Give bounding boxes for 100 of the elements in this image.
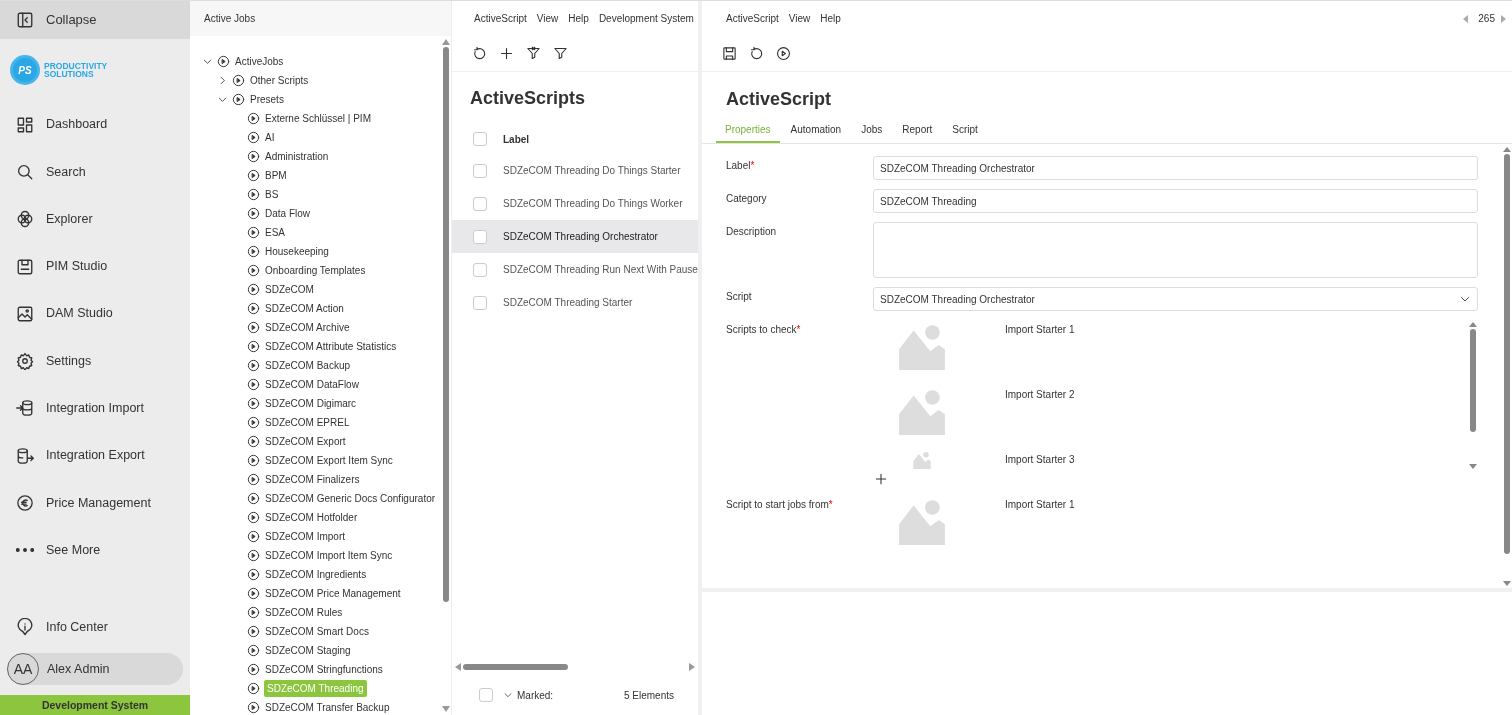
refresh-icon[interactable] (749, 46, 764, 61)
tree-item[interactable]: SDZeCOM Stringfunctions (264, 662, 384, 677)
marked-toggle[interactable]: Marked: (503, 687, 554, 703)
menu-item[interactable]: View (788, 11, 811, 26)
tree-item[interactable]: SDZeCOM Transfer Backup (264, 700, 391, 715)
tree-item[interactable]: SDZeCOM Price Management (264, 586, 402, 601)
collapse-button[interactable]: Collapse (0, 1, 190, 39)
tree-item[interactable]: SDZeCOM Import Item Sync (264, 548, 394, 563)
tree-item[interactable]: SDZeCOM Import (264, 529, 346, 544)
tree-item[interactable]: Onboarding Templates (264, 263, 367, 278)
scroll-down-arrow[interactable] (1503, 581, 1511, 586)
checkbox[interactable] (473, 163, 487, 178)
tree-item[interactable]: SDZeCOM Smart Docs (264, 624, 370, 639)
list-row[interactable]: SDZeCOM Threading Do Things Starter (452, 154, 698, 187)
column-header: Label (503, 132, 530, 147)
checkbox[interactable] (473, 229, 487, 244)
scrollbar-thumb[interactable] (1470, 329, 1476, 432)
tree-item[interactable]: SDZeCOM Backup (264, 358, 352, 373)
menu-item[interactable]: View (536, 11, 559, 26)
list-item[interactable]: Import Starter 3 (1005, 450, 1075, 467)
play-circle-icon[interactable] (776, 46, 791, 61)
list-row[interactable]: SDZeCOM Threading Starter (452, 286, 698, 319)
nav-item[interactable]: Price Management (0, 479, 190, 527)
studio-box-icon (16, 257, 34, 276)
tab[interactable]: Automation (781, 117, 851, 143)
nav-item[interactable]: Integration Import (0, 384, 190, 433)
save-icon[interactable] (722, 46, 737, 61)
tree-item[interactable]: SDZeCOM Ingredients (264, 567, 368, 582)
tree-item[interactable]: AI (264, 130, 276, 145)
tree-item[interactable]: ESA (264, 225, 286, 240)
scrollbar-thumb[interactable] (1504, 154, 1510, 554)
chevron-down-icon[interactable] (217, 94, 228, 105)
next-arrow[interactable] (1501, 14, 1506, 23)
filter-icon[interactable] (553, 46, 568, 61)
tree-item[interactable]: SDZeCOM Digimarc (264, 396, 358, 411)
tree-item[interactable]: SDZeCOM Hotfolder (264, 510, 359, 525)
tree-item[interactable]: SDZeCOM DataFlow (264, 377, 360, 392)
list-row[interactable]: SDZeCOM Threading Orchestrator (452, 220, 698, 253)
tree-item[interactable]: SDZeCOM Staging (264, 643, 352, 658)
list-row[interactable]: SDZeCOM Threading Run Next With Pause (452, 253, 698, 286)
tree-item[interactable]: SDZeCOM Generic Docs Configurator (264, 491, 437, 506)
menu-item[interactable]: ActiveScript (726, 11, 779, 26)
nav-item[interactable]: Settings (0, 337, 190, 385)
environment-bar: Development System (0, 695, 190, 715)
scroll-down-arrow[interactable] (1469, 464, 1477, 469)
chevron-down-icon[interactable] (202, 56, 213, 67)
info-center-item[interactable]: Info Center (0, 605, 190, 649)
tree-item[interactable]: SDZeCOM Action (264, 301, 345, 316)
tree-item[interactable]: BPM (264, 168, 288, 183)
nav-item[interactable]: See More (0, 526, 190, 574)
tree-item[interactable]: Housekeeping (264, 244, 330, 259)
tab[interactable]: Script (943, 117, 987, 143)
tab[interactable]: Report (893, 117, 942, 143)
input-field[interactable]: SDZeCOM Threading (873, 189, 1478, 213)
input-field[interactable]: SDZeCOM Threading Orchestrator (873, 156, 1478, 180)
menu-item[interactable]: ActiveScript (474, 11, 527, 26)
checkbox[interactable] (473, 262, 487, 277)
list-item[interactable]: Import Starter 1 (1005, 320, 1075, 337)
checkbox[interactable] (479, 688, 493, 702)
add-icon[interactable] (499, 46, 514, 61)
tree-item[interactable]: SDZeCOM Export (264, 434, 347, 449)
tree-item[interactable]: BS (264, 187, 280, 202)
scroll-right-arrow[interactable] (689, 663, 695, 671)
dropdown[interactable]: SDZeCOM Threading Orchestrator (873, 287, 1478, 311)
play-circle-icon (232, 93, 245, 106)
tree-item[interactable]: SDZeCOM Rules (264, 605, 344, 620)
tree-item[interactable]: SDZeCOM Export Item Sync (264, 453, 394, 468)
nav-item[interactable]: DAM Studio (0, 290, 190, 338)
scrollbar-thumb[interactable] (463, 664, 568, 670)
tree-item[interactable]: Other Scripts (249, 73, 310, 88)
checkbox[interactable] (473, 196, 487, 211)
tree-item[interactable]: Data Flow (264, 206, 311, 221)
menu-item[interactable]: Help (568, 11, 589, 26)
filter-clear-icon[interactable] (526, 46, 541, 61)
tree-item[interactable]: Administration (264, 149, 330, 164)
menu-item[interactable]: Help (820, 11, 841, 26)
tree-item[interactable]: Presets (249, 92, 285, 107)
nav-item[interactable]: PIM Studio (0, 242, 190, 291)
previous-arrow[interactable] (1463, 14, 1469, 23)
tree-item[interactable]: ActiveJobs (234, 54, 285, 69)
nav-item[interactable]: Dashboard (0, 101, 190, 149)
scrollbar-thumb[interactable] (443, 47, 449, 602)
user-button[interactable]: AA Alex Admin (7, 653, 183, 685)
list-item[interactable]: Import Starter 2 (1005, 385, 1075, 402)
tab[interactable]: Jobs (852, 117, 892, 143)
nav-item[interactable]: Search (0, 148, 190, 196)
select-all-checkbox[interactable] (473, 132, 487, 146)
checkbox[interactable] (473, 295, 487, 310)
tree-item[interactable]: SDZeCOM Finalizers (264, 472, 361, 487)
list-item[interactable]: Import Starter 1 (1005, 495, 1075, 512)
tree-item[interactable]: Externe Schlüssel | PIM (264, 111, 372, 126)
refresh-icon[interactable] (472, 46, 487, 61)
tree-item[interactable]: SDZeCOM Attribute Statistics (264, 339, 398, 354)
tree-item[interactable]: SDZeCOM Archive (264, 320, 351, 335)
menu-item[interactable]: Development System (598, 11, 694, 26)
nav-item[interactable]: Integration Export (0, 432, 190, 480)
nav-item[interactable]: Explorer (0, 195, 190, 243)
tree-item[interactable]: SDZeCOM EPREL (264, 415, 351, 430)
tree-item[interactable]: SDZeCOM (264, 282, 315, 297)
list-row[interactable]: SDZeCOM Threading Do Things Worker (452, 187, 698, 220)
